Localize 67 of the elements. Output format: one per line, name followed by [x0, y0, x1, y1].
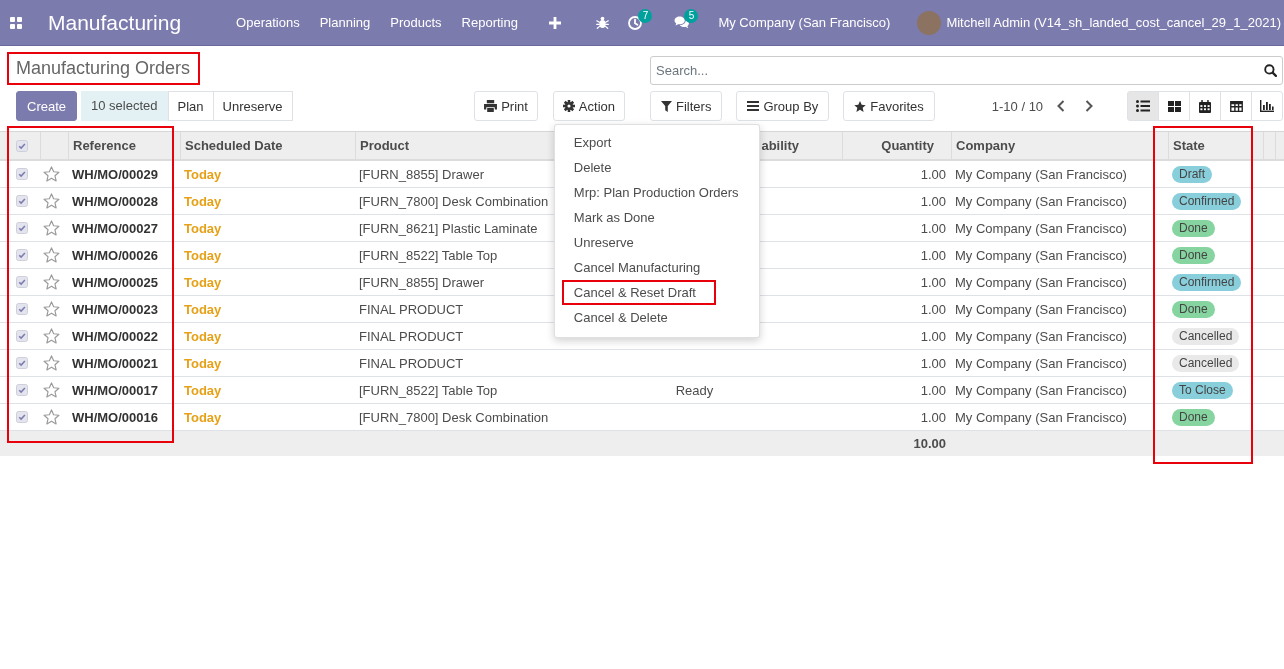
table-cell-text: Ready: [674, 381, 715, 400]
table-cell-text: [FURN_7800] Desk Combination: [358, 192, 550, 211]
table-cell-text: Today: [183, 219, 223, 238]
table-cell-text: FINAL PRODUCT: [358, 327, 465, 346]
table-cell-text: My Company (San Francisco): [954, 246, 1128, 265]
table-cell-text: WH/MO/00017: [71, 381, 159, 400]
table-cell-text: 1.00: [919, 408, 947, 427]
table-cell-text: My Company (San Francisco): [954, 327, 1128, 346]
table-cell-text: Today: [183, 273, 223, 292]
status-badge: Confirmed: [1172, 273, 1242, 291]
table-cell-text: Today: [183, 300, 223, 319]
table-cell-text: WH/MO/00022: [71, 327, 159, 346]
table-cell-text: 1.00: [919, 381, 947, 400]
selection-count: 10 selected: [81, 91, 168, 121]
table-cell-text: WH/MO/00028: [71, 192, 159, 211]
table-cell-text: 1.00: [919, 273, 947, 292]
table-cell-text: 1.00: [919, 354, 947, 373]
table-cell-text: 1.00: [919, 246, 947, 265]
table-cell-text: WH/MO/00027: [71, 219, 159, 238]
table-cell-text: 1.00: [919, 165, 947, 184]
table-cell-text: My Company (San Francisco): [954, 300, 1128, 319]
table-cell-text: My Company (San Francisco): [954, 381, 1128, 400]
table-cell-text: 1.00: [919, 219, 947, 238]
table-cell-text: [FURN_7800] Desk Combination: [358, 408, 550, 427]
status-badge: Confirmed: [1172, 192, 1242, 210]
table-cell-text: My Company (San Francisco): [954, 165, 1128, 184]
table-cell-text: Today: [183, 327, 223, 346]
table-cell-text: WH/MO/00021: [71, 354, 159, 373]
table-cell-text: WH/MO/00023: [71, 300, 159, 319]
table-cell-text: 1.00: [919, 300, 947, 319]
pager-value: 1-10 / 10: [991, 98, 1044, 114]
table-cell-text: [FURN_8855] Drawer: [358, 273, 485, 292]
table-cell-text: My Company (San Francisco): [954, 192, 1128, 211]
status-badge: Cancelled: [1172, 354, 1240, 372]
table-cell-text: Today: [183, 354, 223, 373]
total-cell-text: 10.00: [912, 435, 947, 453]
table-cell-text: My Company (San Francisco): [954, 273, 1128, 292]
status-badge: Done: [1172, 219, 1215, 237]
status-badge: Done: [1172, 246, 1215, 264]
table-cell-text: [FURN_8522] Table Top: [358, 381, 499, 400]
table-cell-text: Today: [183, 408, 223, 427]
table-cell-text: [FURN_8522] Table Top: [358, 246, 499, 265]
table-cell-text: Today: [183, 381, 223, 400]
table-cell-text: My Company (San Francisco): [954, 408, 1128, 427]
table-cell-text: [FURN_8855] Drawer: [358, 165, 485, 184]
table-cell-text: WH/MO/00025: [71, 273, 159, 292]
status-badge: Done: [1172, 408, 1215, 426]
table-cell-text: WH/MO/00016: [71, 408, 159, 427]
table-cell-text: FINAL PRODUCT: [358, 354, 465, 373]
page-title: Manufacturing Orders: [16, 57, 191, 78]
status-badge: Done: [1172, 300, 1215, 318]
status-badge: To Close: [1172, 381, 1233, 399]
activity-count-badge: 7: [638, 8, 653, 23]
status-badge: Draft: [1172, 165, 1212, 183]
table-cell-text: My Company (San Francisco): [954, 219, 1128, 238]
table-cell-text: My Company (San Francisco): [954, 354, 1128, 373]
table-cell-text: 1.00: [919, 192, 947, 211]
message-count-badge: 5: [684, 9, 699, 23]
table-cell-text: Today: [183, 192, 223, 211]
table-cell-text: [FURN_8621] Plastic Laminate: [358, 219, 539, 238]
table-cell-text: WH/MO/00029: [71, 165, 159, 184]
table-cell-text: 1.00: [919, 327, 947, 346]
table-cell-text: Today: [183, 165, 223, 184]
table-cell-text: WH/MO/00026: [71, 246, 159, 265]
table-cell-text: Today: [183, 246, 223, 265]
table-cell-text: FINAL PRODUCT: [358, 300, 465, 319]
status-badge: Cancelled: [1172, 327, 1240, 345]
